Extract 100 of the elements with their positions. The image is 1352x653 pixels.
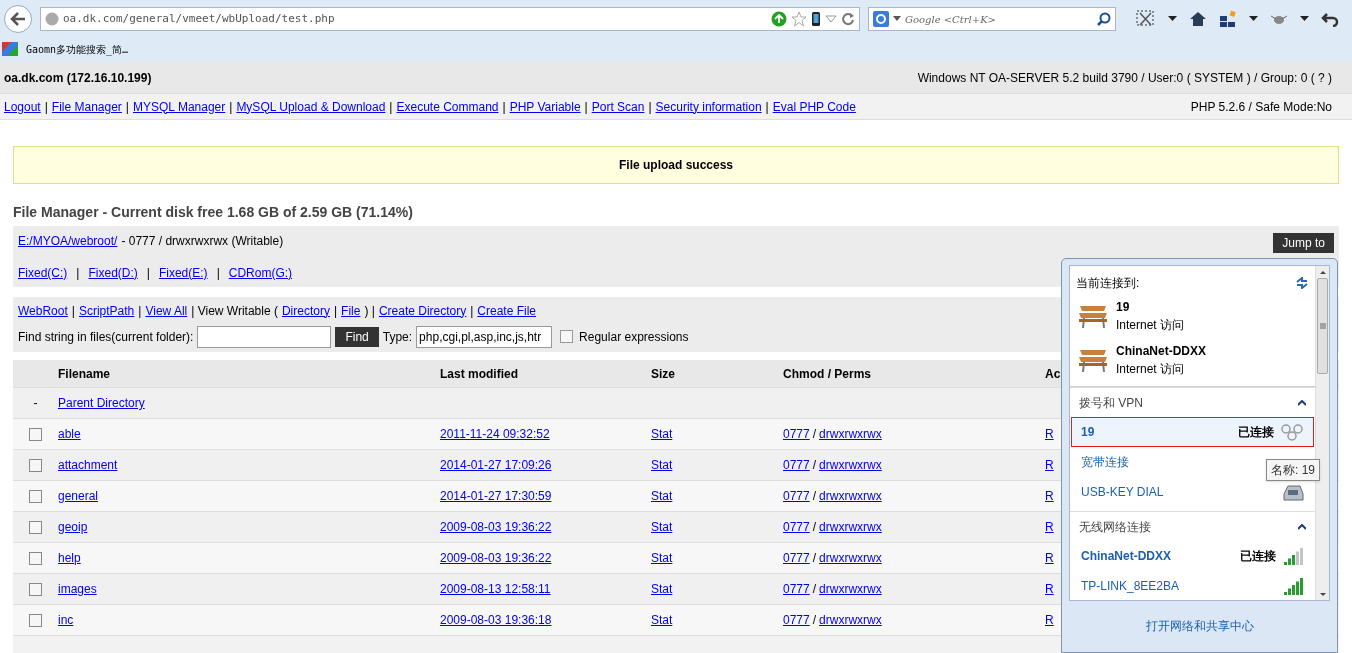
perms-link[interactable]: drwxrwxrwx	[819, 518, 882, 536]
network-item[interactable]: 19 已连接	[1071, 417, 1314, 447]
action-link[interactable]: R	[1045, 427, 1054, 441]
row-checkbox[interactable]	[29, 520, 42, 534]
chmod-link[interactable]: 0777	[783, 611, 810, 629]
perms-link[interactable]: drwxrwxrwx	[819, 611, 882, 629]
tool-link[interactable]: Create Directory	[378, 301, 467, 320]
perms-link[interactable]: drwxrwxrwx	[819, 456, 882, 474]
search-icon[interactable]	[1097, 12, 1111, 26]
nav-link[interactable]: Eval PHP Code	[772, 97, 856, 116]
action-link[interactable]: R	[1045, 613, 1054, 627]
undo-icon[interactable]	[1321, 11, 1339, 27]
network-center-link[interactable]: 打开网络和共享中心	[1145, 617, 1254, 635]
find-input-field[interactable]	[197, 325, 332, 348]
scroll-thumb[interactable]	[1317, 278, 1328, 374]
perms-link[interactable]: drwxrwxrwx	[819, 549, 882, 567]
stat-link[interactable]: Stat	[651, 427, 673, 441]
row-checkbox[interactable]	[29, 582, 42, 596]
up-arrow-icon[interactable]	[771, 11, 787, 27]
reload-icon[interactable]	[841, 12, 855, 26]
tool-link[interactable]: ScriptPath	[78, 301, 135, 320]
folder-link[interactable]: inc	[58, 613, 74, 627]
folder-link[interactable]: images	[58, 582, 97, 596]
tool-link[interactable]: View All	[145, 301, 188, 320]
chmod-link[interactable]: 0777	[783, 580, 810, 598]
chmod-link[interactable]: 0777	[783, 425, 810, 443]
drive-link[interactable]: Fixed(E:)	[158, 263, 208, 282]
row-checkbox[interactable]	[29, 613, 42, 627]
bookmark-link[interactable]: Gaomn多功能搜索_简…	[26, 41, 129, 57]
perms-link[interactable]: drwxrwxrwx	[819, 580, 882, 598]
nav-link[interactable]: Execute Command	[396, 97, 499, 116]
search-field[interactable]: Google <Ctrl+K>	[868, 7, 1116, 31]
scrollbar[interactable]	[1315, 266, 1329, 600]
action-link[interactable]: R	[1045, 551, 1054, 565]
date-link[interactable]: 2009-08-13 12:58:11	[440, 582, 551, 596]
date-link[interactable]: 2009-08-03 19:36:18	[440, 613, 552, 627]
path-link[interactable]: E:/MYOA/webroot/	[18, 231, 118, 250]
date-link[interactable]: 2014-01-27 17:30:59	[440, 489, 552, 503]
chmod-link[interactable]: 0777	[783, 487, 810, 505]
find-button[interactable]: Find	[335, 326, 379, 347]
folder-link[interactable]: help	[58, 551, 81, 565]
folder-link[interactable]: general	[58, 489, 99, 503]
address-bar[interactable]: oa.dk.com/general/vmeet/wbUpload/test.php	[40, 7, 860, 31]
action-link[interactable]: R	[1045, 520, 1054, 534]
chmod-link[interactable]: 0777	[783, 456, 810, 474]
perms-link[interactable]: drwxrwxrwx	[819, 487, 882, 505]
phone-icon[interactable]	[811, 11, 821, 27]
stat-link[interactable]: Stat	[651, 458, 673, 472]
stat-link[interactable]: Stat	[651, 582, 673, 596]
date-link[interactable]: 2009-08-03 19:36:22	[440, 520, 552, 534]
nav-link[interactable]: PHP Variable	[509, 97, 581, 116]
dropdown-icon[interactable]	[1249, 16, 1258, 22]
nav-link[interactable]: Security information	[655, 97, 762, 116]
nav-link[interactable]: File Manager	[51, 97, 122, 116]
folder-link[interactable]: attachment	[58, 458, 118, 472]
chmod-link[interactable]: 0777	[783, 518, 810, 536]
action-link[interactable]: R	[1045, 489, 1054, 503]
apps-grid-icon[interactable]	[1219, 10, 1237, 28]
stat-link[interactable]: Stat	[651, 520, 673, 534]
back-button[interactable]	[4, 5, 32, 33]
perms-link[interactable]: drwxrwxrwx	[819, 425, 882, 443]
tool-link[interactable]: Create File	[477, 301, 537, 320]
jump-to-button[interactable]: Jump to	[1273, 233, 1334, 253]
parent-directory-link[interactable]: Parent Directory	[58, 394, 145, 412]
date-link[interactable]: 2009-08-03 19:36:22	[440, 551, 552, 565]
nav-link[interactable]: MYSQL Manager	[133, 97, 226, 116]
row-checkbox[interactable]	[29, 458, 42, 472]
stat-link[interactable]: Stat	[651, 551, 673, 565]
dropdown-icon[interactable]	[1300, 16, 1309, 22]
stat-link[interactable]: Stat	[651, 613, 673, 627]
home-icon[interactable]	[1189, 11, 1207, 27]
date-link[interactable]: 2011-11-24 09:32:52	[440, 427, 550, 441]
network-item[interactable]: TP-LINK_8EE2BA	[1071, 571, 1314, 601]
row-checkbox[interactable]	[29, 489, 42, 503]
nav-link[interactable]: Port Scan	[591, 97, 645, 116]
drive-link[interactable]: CDRom(G:)	[228, 263, 293, 282]
chevron-icon[interactable]	[1298, 399, 1306, 406]
row-checkbox[interactable]	[29, 551, 42, 565]
folder-link[interactable]: able	[58, 427, 81, 441]
regex-checkbox[interactable]	[560, 330, 574, 343]
refresh-arrows-icon[interactable]	[1295, 277, 1309, 289]
action-link[interactable]: R	[1045, 458, 1054, 472]
drive-link[interactable]: Fixed(D:)	[88, 263, 138, 282]
type-input-field[interactable]: php,cgi,pl,asp,inc,js,htr	[416, 325, 553, 348]
action-link[interactable]: R	[1045, 582, 1054, 596]
network-item[interactable]: ChinaNet-DDXX 已连接	[1071, 541, 1314, 571]
chmod-link[interactable]: 0777	[783, 549, 810, 567]
screenshot-scissors-icon[interactable]	[1136, 10, 1156, 28]
star-icon[interactable]	[791, 11, 807, 27]
stat-link[interactable]: Stat	[651, 489, 673, 503]
date-link[interactable]: 2014-01-27 17:09:26	[440, 458, 552, 472]
folder-link[interactable]: geoip	[58, 520, 88, 534]
tool-link[interactable]: Directory	[281, 301, 330, 320]
nav-link[interactable]: Logout	[4, 97, 41, 116]
chevron-icon[interactable]	[1298, 523, 1306, 530]
nav-link[interactable]: MySQL Upload & Download	[236, 97, 386, 116]
dropdown-icon[interactable]	[1168, 16, 1177, 22]
row-checkbox[interactable]	[29, 427, 42, 441]
tool-link[interactable]: File	[341, 301, 361, 320]
drive-link[interactable]: Fixed(C:)	[18, 263, 68, 282]
